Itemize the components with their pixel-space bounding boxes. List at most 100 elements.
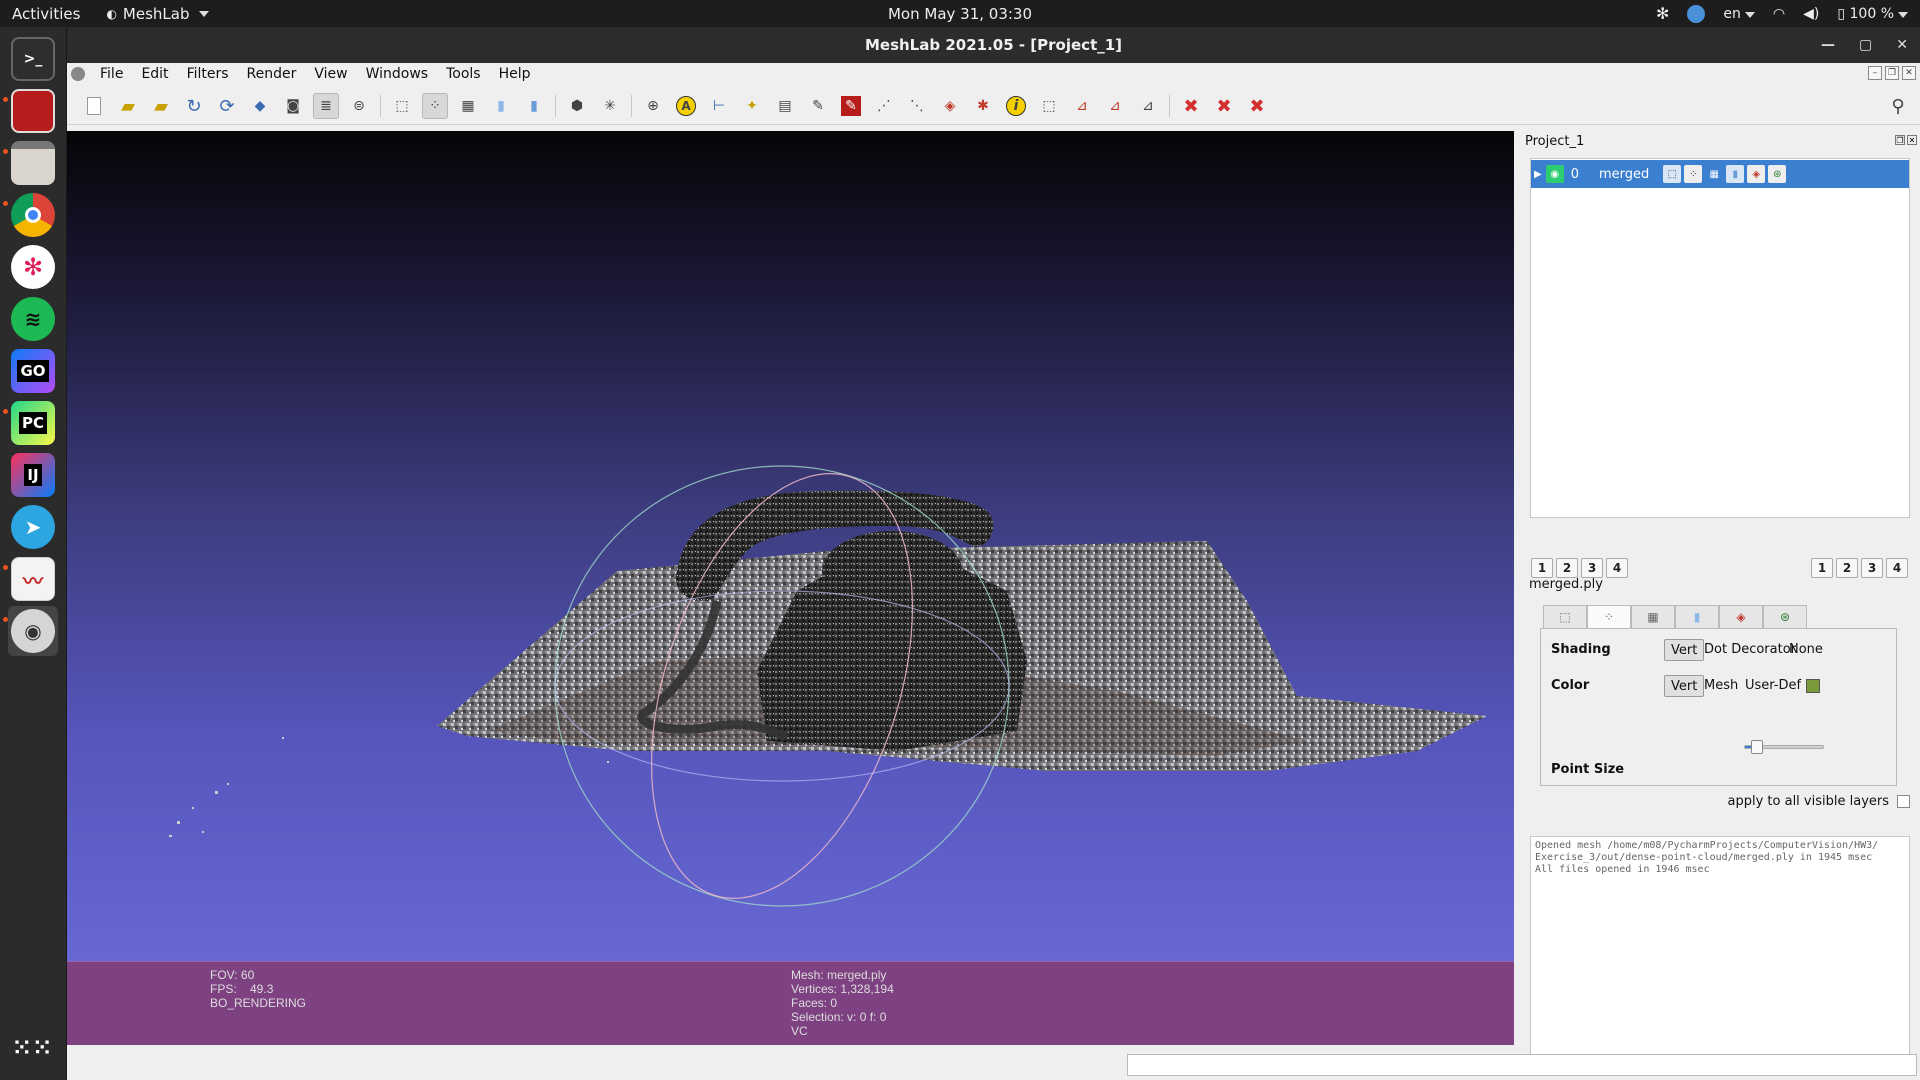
language-selector[interactable]: en — [1723, 6, 1755, 22]
dock-filezilla[interactable] — [8, 86, 58, 136]
apply-all-checkbox[interactable] — [1897, 795, 1910, 808]
color-mesh-option[interactable]: Mesh — [1704, 678, 1738, 693]
texture-button[interactable]: ◈ — [937, 93, 963, 119]
georef-button[interactable]: ✱ — [970, 93, 996, 119]
meshlab-logo-icon[interactable] — [71, 67, 85, 81]
view-slot-button[interactable]: 4 — [1606, 558, 1628, 578]
smooth-render-button[interactable]: ▮ — [521, 93, 547, 119]
search-button[interactable]: ⚲ — [1885, 93, 1911, 119]
snapshot-button[interactable]: ◙ — [280, 93, 306, 119]
expand-triangle-icon[interactable]: ▶ — [1534, 169, 1542, 180]
menu-tools[interactable]: Tools — [437, 66, 490, 82]
volume-icon[interactable]: ◀) — [1803, 6, 1819, 22]
visibility-eye-icon[interactable]: ◉ — [1545, 165, 1564, 183]
axes-button[interactable]: ✳ — [597, 93, 623, 119]
select-vertices-button[interactable]: ⋰ — [871, 93, 897, 119]
wireframe-render-button[interactable]: ▦ — [455, 93, 481, 119]
menu-render[interactable]: Render — [238, 66, 306, 82]
point-size-slider[interactable] — [1744, 740, 1824, 754]
dock-slack[interactable]: ✻ — [8, 242, 58, 292]
close-panel-icon[interactable]: ✕ — [1907, 135, 1917, 145]
bbox-icon[interactable]: ⬚ — [1663, 165, 1682, 183]
dock-chrome[interactable] — [8, 190, 58, 240]
dock-telegram[interactable]: ➤ — [8, 502, 58, 552]
shading-vert-button[interactable]: Vert — [1664, 639, 1705, 661]
dock-goland[interactable]: GO — [8, 346, 58, 396]
align-button[interactable]: ▤ — [772, 93, 798, 119]
dock-intellij[interactable]: IJ — [8, 450, 58, 500]
import-mesh-button[interactable]: ▰ — [148, 93, 174, 119]
reload-all-button[interactable]: ⟳ — [214, 93, 240, 119]
tab-points[interactable]: ⁘ — [1587, 605, 1631, 629]
layer-row[interactable]: ▶ ◉ 0 merged ⬚ ⁘ ▦ ▮ ◈ ⊛ — [1531, 160, 1909, 188]
wireframe-icon[interactable]: ▦ — [1705, 165, 1724, 183]
slack-tray-icon[interactable]: ✻ — [1656, 4, 1669, 23]
render-slot-button[interactable]: 1 — [1811, 558, 1833, 578]
dock-pycharm[interactable]: PC — [8, 398, 58, 448]
tab-texture[interactable]: ◈ — [1719, 605, 1763, 629]
dock-spotify[interactable]: ≋ — [8, 294, 58, 344]
tab-solid[interactable]: ▮ — [1675, 605, 1719, 629]
view-slot-button[interactable]: 3 — [1581, 558, 1603, 578]
update-tray-icon[interactable] — [1687, 4, 1706, 23]
window-titlebar[interactable]: MeshLab 2021.05 - [Project_1] — ▢ ✕ — [67, 27, 1920, 63]
menu-view[interactable]: View — [305, 66, 356, 82]
select-connected-button[interactable]: ⊿ — [1069, 93, 1095, 119]
points-render-button[interactable]: ⁘ — [422, 93, 448, 119]
annotation-button[interactable]: A — [673, 93, 699, 119]
pick-points-button[interactable]: ✦ — [739, 93, 765, 119]
info-button[interactable]: i — [1003, 93, 1029, 119]
maximize-icon[interactable]: ▢ — [1859, 37, 1872, 53]
dock-terminal[interactable]: >_ — [8, 34, 58, 84]
tab-decorators[interactable]: ⊛ — [1763, 605, 1807, 629]
open-project-button[interactable]: ▰ — [115, 93, 141, 119]
float-panel-icon[interactable]: ❐ — [1895, 135, 1905, 145]
menu-edit[interactable]: Edit — [132, 66, 177, 82]
paint-button[interactable]: ✎ — [805, 93, 831, 119]
dock-files[interactable] — [8, 138, 58, 188]
flat-render-button[interactable]: ▮ — [488, 93, 514, 119]
minimize-icon[interactable]: — — [1821, 37, 1835, 53]
show-applications-button[interactable]: ⁙⁙ — [8, 1023, 58, 1073]
delete-faces-verts-button[interactable]: ✖ — [1244, 93, 1270, 119]
bbox-render-button[interactable]: ⬚ — [389, 93, 415, 119]
view-slot-button[interactable]: 2 — [1556, 558, 1578, 578]
shading-dot-decorator-option[interactable]: Dot Decorator — [1704, 642, 1796, 657]
select-area-button[interactable]: ⬚ — [1036, 93, 1062, 119]
delete-faces-button[interactable]: ✖ — [1211, 93, 1237, 119]
flat-shading-icon[interactable]: ▮ — [1726, 165, 1745, 183]
z-paint-button[interactable]: ✎ — [838, 93, 864, 119]
render-slot-button[interactable]: 2 — [1836, 558, 1858, 578]
lighting-button[interactable]: ⬢ — [564, 93, 590, 119]
reload-button[interactable]: ↻ — [181, 93, 207, 119]
render-slot-button[interactable]: 4 — [1886, 558, 1908, 578]
new-project-button[interactable] — [81, 93, 107, 119]
wifi-icon[interactable]: ◠ — [1773, 6, 1785, 22]
texture-icon[interactable]: ◈ — [1747, 165, 1766, 183]
clock[interactable]: Mon May 31, 03:30 — [888, 5, 1032, 23]
battery-indicator[interactable]: ▯ 100 % — [1837, 6, 1908, 22]
measure-button[interactable]: ⊢ — [706, 93, 732, 119]
decorator-icon[interactable]: ⊛ — [1768, 165, 1787, 183]
3d-viewport[interactable] — [67, 131, 1514, 988]
select-vert-button[interactable]: ⊿ — [1102, 93, 1128, 119]
menu-windows[interactable]: Windows — [357, 66, 438, 82]
view-slot-button[interactable]: 1 — [1531, 558, 1553, 578]
tab-wireframe[interactable]: ▦ — [1631, 605, 1675, 629]
render-slot-button[interactable]: 3 — [1861, 558, 1883, 578]
dock-document-viewer[interactable]: 〰 — [8, 554, 58, 604]
color-user-def-option[interactable]: User-Def — [1745, 678, 1801, 693]
mdi-close-icon[interactable]: ✕ — [1902, 66, 1916, 80]
dock-meshlab[interactable]: ◉ — [8, 606, 58, 656]
app-menu[interactable]: ◐ MeshLab — [106, 5, 210, 23]
layers-toggle-button[interactable]: ≣ — [313, 93, 339, 119]
delete-vertices-button[interactable]: ✖ — [1178, 93, 1204, 119]
points-icon[interactable]: ⁘ — [1684, 165, 1703, 183]
menu-file[interactable]: File — [91, 66, 132, 82]
layer-list[interactable]: ▶ ◉ 0 merged ⬚ ⁘ ▦ ▮ ◈ ⊛ — [1530, 158, 1910, 518]
mdi-restore-icon[interactable]: ❐ — [1885, 66, 1899, 80]
tab-bbox[interactable]: ⬚ — [1543, 605, 1587, 629]
select-poly-button[interactable]: ⊿ — [1135, 93, 1161, 119]
close-icon[interactable]: ✕ — [1896, 37, 1908, 53]
mdi-minimize-icon[interactable]: – — [1868, 66, 1882, 80]
